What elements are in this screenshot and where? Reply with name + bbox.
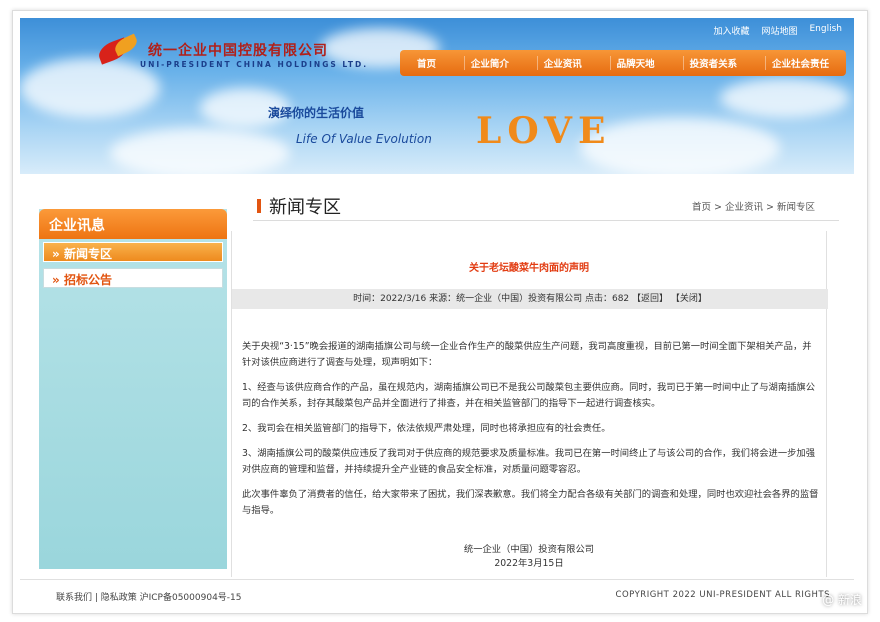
nav-news[interactable]: 企业资讯 <box>536 56 588 70</box>
nav-brands[interactable]: 品牌天地 <box>609 56 661 70</box>
header-banner: 加入收藏 网站地图 English 统一企业中国控股有限公司 UNI-PRESI… <box>20 18 854 174</box>
article: 关于老坛酸菜牛肉面的声明 时间：2022/3/16 来源：统一企业（中国）投资有… <box>231 231 828 577</box>
arrow-icon: » <box>52 247 64 261</box>
title-marker-icon <box>257 199 261 213</box>
slogan-cn: 演绎你的生活价值 <box>268 106 365 120</box>
article-meta: 时间：2022/3/16 来源：统一企业（中国）投资有限公司 点击：682 【返… <box>232 289 828 309</box>
page-frame: 加入收藏 网站地图 English 统一企业中国控股有限公司 UNI-PRESI… <box>12 10 868 614</box>
watermark: @ 新浪 <box>822 593 862 607</box>
nav-investors[interactable]: 投资者关系 <box>682 56 744 70</box>
article-body: 关于央视“3·15”晚会报道的湖南插旗公司与统一企业合作生产的酸菜供应生产问题，… <box>242 339 820 528</box>
love-slogan: LOVE <box>476 110 612 152</box>
copyright: COPYRIGHT 2022 UNI-PRESIDENT ALL RIGHTS <box>615 590 830 600</box>
footer-links[interactable]: 联系我们 | 隐私政策 沪ICP备05000904号-15 <box>56 590 242 603</box>
signature-date: 2022年3月15日 <box>494 558 564 569</box>
paragraph: 关于央视“3·15”晚会报道的湖南插旗公司与统一企业合作生产的酸菜供应生产问题，… <box>242 341 812 368</box>
sidebar-item-tenders[interactable]: » 招标公告 <box>43 268 223 288</box>
nav-about[interactable]: 企业简介 <box>463 56 515 70</box>
logo-icon <box>95 33 142 66</box>
company-logo[interactable]: 统一企业中国控股有限公司 UNI-PRESIDENT CHINA HOLDING… <box>95 33 369 69</box>
sidebar-background <box>39 209 227 569</box>
logo-name-en: UNI-PRESIDENT CHINA HOLDINGS LTD. <box>140 60 369 69</box>
section-title-bar: 新闻专区 首页 > 企业资讯 > 新闻专区 <box>253 189 839 221</box>
sidebar-item-label: 招标公告 <box>63 273 112 287</box>
sidebar-item-news[interactable]: » 新闻专区 <box>43 242 223 262</box>
logo-name-cn: 统一企业中国控股有限公司 <box>148 43 328 59</box>
main-nav: 首页 企业简介 企业资讯 品牌天地 投资者关系 企业社会责任 <box>400 50 846 76</box>
sidebar-title: 企业讯息 <box>39 209 227 239</box>
sidebar-item-label: 新闻专区 <box>63 247 112 261</box>
paragraph: 此次事件辜负了消费者的信任，给大家带来了困扰，我们深表歉意。我们将全力配合各级有… <box>242 489 819 516</box>
signature-block: 统一企业（中国）投资有限公司 2022年3月15日 <box>232 543 826 571</box>
page-title: 新闻专区 <box>269 197 341 218</box>
paragraph: 3、湖南插旗公司的酸菜供应违反了我司对于供应商的规范要求及质量标准。我司已在第一… <box>242 448 816 475</box>
article-headline: 关于老坛酸菜牛肉面的声明 <box>469 263 589 274</box>
english-link[interactable]: English <box>810 24 843 37</box>
top-links: 加入收藏 网站地图 English <box>713 24 842 37</box>
nav-csr[interactable]: 企业社会责任 <box>764 56 835 70</box>
nav-home[interactable]: 首页 <box>411 56 442 70</box>
sitemap-link[interactable]: 网站地图 <box>761 24 797 37</box>
footer: 联系我们 | 隐私政策 沪ICP备05000904号-15 COPYRIGHT … <box>20 579 854 609</box>
paragraph: 1、经查与该供应商合作的产品，虽在规范内，湖南插旗公司已不是我公司酸菜包主要供应… <box>242 382 816 409</box>
bookmark-link[interactable]: 加入收藏 <box>713 24 749 37</box>
arrow-icon: » <box>52 273 64 287</box>
signature: 统一企业（中国）投资有限公司 <box>463 544 595 555</box>
breadcrumb[interactable]: 首页 > 企业资讯 > 新闻专区 <box>692 199 815 213</box>
slogan-en: Life Of Value Evolution <box>296 132 432 146</box>
paragraph: 2、我司会在相关监管部门的指导下，依法依规严肃处理，同时也将承担应有的社会责任。 <box>242 423 611 434</box>
